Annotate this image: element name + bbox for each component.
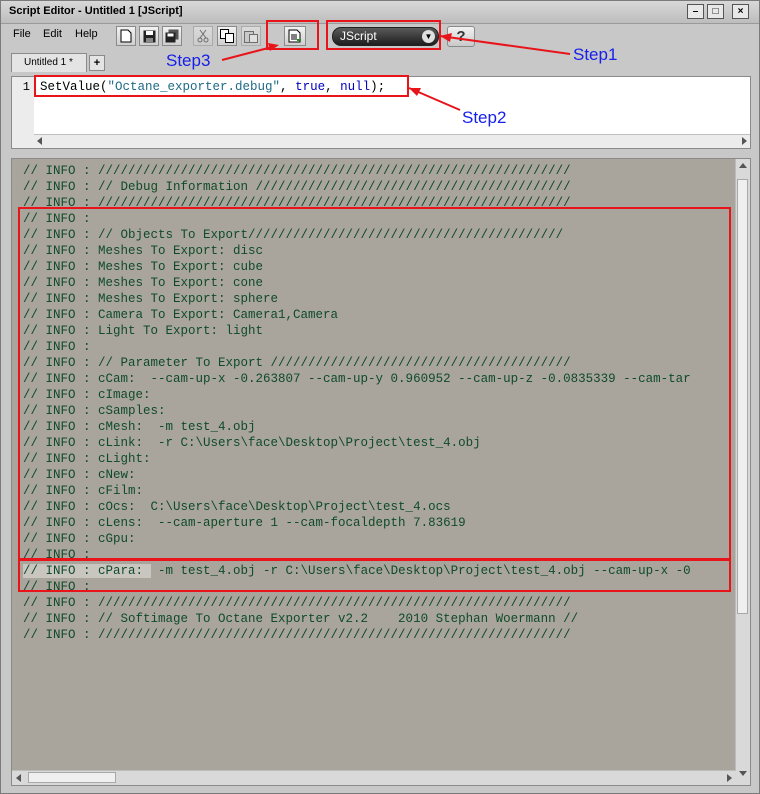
step1-label: Step1 — [573, 45, 618, 64]
step3-label: Step3 — [166, 51, 211, 70]
step1-arrowhead — [440, 33, 452, 42]
step3-arrowhead — [268, 43, 279, 51]
step3-arrow — [221, 45, 277, 61]
step1-arrow — [439, 35, 571, 55]
annotation-arrows — [221, 33, 571, 111]
step2-label: Step2 — [462, 108, 507, 127]
